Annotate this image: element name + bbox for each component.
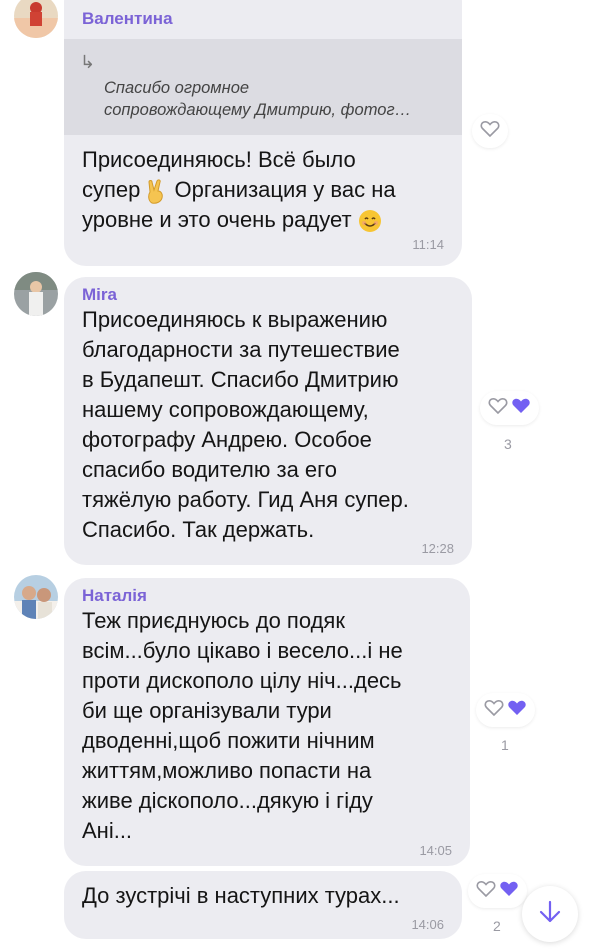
message-time: 14:05 xyxy=(419,843,452,858)
message-text-line: Присоединяюсь! Всё было xyxy=(82,147,356,172)
victory-hand-emoji xyxy=(144,179,168,204)
heart-outline-icon[interactable] xyxy=(484,699,504,722)
message-bubble[interactable]: Mira Присоединяюсь к выражению благодарн… xyxy=(64,277,472,565)
heart-filled-icon[interactable] xyxy=(511,397,531,420)
message-text: До зустрічі в наступних турах... xyxy=(82,883,400,908)
message-bubble[interactable]: До зустрічі в наступних турах... 14:06 xyxy=(64,871,462,939)
message-text-fragment: супер xyxy=(82,177,141,202)
avatar-mira[interactable] xyxy=(14,272,58,316)
avatar-natalia[interactable] xyxy=(14,575,58,619)
heart-filled-icon[interactable] xyxy=(507,699,527,722)
message-time: 11:14 xyxy=(412,237,444,252)
like-count[interactable]: 1 xyxy=(501,737,509,753)
heart-outline-icon[interactable] xyxy=(488,397,508,420)
message-bubble[interactable]: Наталія Теж приєднуюсь до подяк всім...б… xyxy=(64,578,470,866)
message-text-fragment: Организация у вас на xyxy=(168,177,396,202)
reply-arrow-icon: ↳ xyxy=(80,52,96,72)
heart-outline-icon[interactable] xyxy=(480,120,500,143)
scroll-down-button[interactable] xyxy=(522,886,578,942)
message-time: 12:28 xyxy=(421,541,454,556)
reaction-pill[interactable] xyxy=(480,391,539,425)
reaction-pill[interactable] xyxy=(476,693,535,727)
message-text-line: супер Организация у вас на xyxy=(82,175,396,205)
sender-name[interactable]: Mira xyxy=(82,285,117,305)
reaction-control[interactable] xyxy=(472,114,508,148)
message-text: Присоединяюсь к выражению благодарности … xyxy=(82,307,409,542)
scroll-down-arrow-icon xyxy=(537,899,563,930)
sender-name[interactable]: Наталія xyxy=(82,586,147,606)
reaction-pill[interactable] xyxy=(472,114,508,148)
message-text-line: уровне и это очень радует xyxy=(82,205,396,235)
reaction-control[interactable] xyxy=(476,693,535,727)
like-count[interactable]: 2 xyxy=(493,918,501,934)
heart-filled-icon[interactable] xyxy=(499,880,519,903)
avatar-valentina[interactable] xyxy=(14,0,58,38)
sender-name[interactable]: Валентина xyxy=(82,9,173,29)
reaction-control[interactable] xyxy=(468,874,527,908)
reaction-control[interactable] xyxy=(480,391,539,425)
smile-emoji xyxy=(358,209,382,233)
message-text: Присоединяюсь! Всё было супер Организаци… xyxy=(82,145,396,235)
message-text: Теж приєднуюсь до подяк всім...було ціка… xyxy=(82,608,403,843)
quoted-text: Спасибо огромное сопровождающему Дмитрию… xyxy=(104,79,412,119)
quoted-message[interactable]: ↳ Спасибо огромное сопровождающему Дмитр… xyxy=(64,39,462,135)
reaction-pill[interactable] xyxy=(468,874,527,908)
message-time: 14:06 xyxy=(411,917,444,932)
heart-outline-icon[interactable] xyxy=(476,880,496,903)
like-count[interactable]: 3 xyxy=(504,436,512,452)
message-bubble[interactable]: Валентина ↳ Спасибо огромное сопровождаю… xyxy=(64,0,462,266)
message-text-fragment: уровне и это очень радует xyxy=(82,207,358,232)
